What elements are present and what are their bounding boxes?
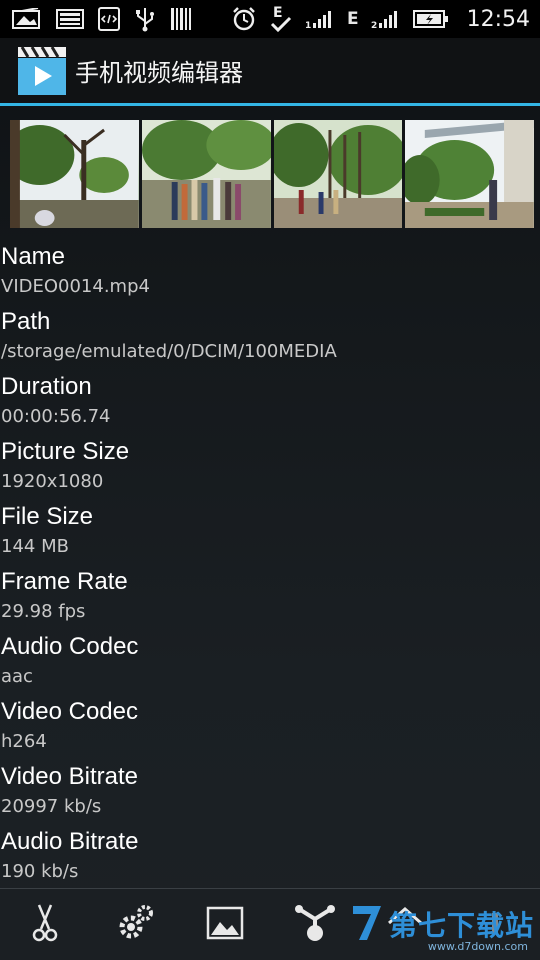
info-label: Name	[1, 243, 66, 270]
info-label: Picture Size	[1, 438, 130, 465]
screen: E 1 E 2 12:54 手机视频编辑器 Name VIDEO0014.mp4…	[0, 0, 540, 960]
info-label: Duration	[1, 373, 92, 400]
status-bar: E 1 E 2 12:54	[0, 0, 540, 38]
data-check-icon: E	[269, 4, 293, 34]
status-left	[0, 6, 192, 32]
info-item-frame-rate: Frame Rate 29.98 fps	[1, 565, 531, 630]
signal-2-icon: 2	[371, 9, 401, 29]
info-value: 29.98 fps	[1, 601, 86, 622]
usb-icon	[134, 6, 156, 32]
info-value: 00:00:56.74	[1, 406, 111, 427]
settings-icon	[115, 903, 155, 947]
video-frame-3[interactable]	[273, 120, 403, 228]
gallery-icon	[56, 8, 84, 30]
svg-text:1: 1	[305, 21, 311, 29]
video-thumbnail-strip	[10, 120, 534, 228]
info-item-file-size: File Size 144 MB	[1, 500, 531, 565]
video-frame-2[interactable]	[141, 120, 271, 228]
video-frame-4[interactable]	[405, 120, 534, 228]
clock: 12:54	[466, 6, 530, 32]
info-label: Path	[1, 308, 51, 335]
info-value: 144 MB	[1, 536, 69, 557]
info-label: Audio Bitrate	[1, 828, 139, 855]
info-value: /storage/emulated/0/DCIM/100MEDIA	[1, 341, 337, 362]
scissors-icon	[31, 903, 59, 947]
trim-button[interactable]	[0, 889, 90, 960]
info-item-name: Name VIDEO0014.mp4	[1, 240, 531, 305]
info-item-picture-size: Picture Size 1920x1080	[1, 435, 531, 500]
share-button[interactable]	[270, 889, 360, 960]
video-frame-1[interactable]	[10, 120, 139, 228]
info-value: aac	[1, 666, 33, 687]
info-label: Video Codec	[1, 698, 138, 725]
battery-charging-icon	[412, 9, 449, 29]
info-value: 190 kb/s	[1, 861, 79, 882]
watermark-url: www.d7down.com	[427, 940, 528, 953]
app-title: 手机视频编辑器	[75, 59, 243, 87]
status-right: E 1 E 2 12:54	[231, 4, 540, 34]
watermark-logo-icon	[351, 902, 385, 946]
app-logo-icon[interactable]	[17, 45, 67, 96]
barcode-icon	[170, 7, 192, 31]
image-icon	[12, 8, 42, 30]
info-label: Frame Rate	[1, 568, 128, 595]
image-button[interactable]	[180, 889, 270, 960]
info-value: 1920x1080	[1, 471, 104, 492]
share-icon	[295, 903, 335, 947]
info-label: File Size	[1, 503, 94, 530]
signal-1-icon: 1	[305, 9, 335, 29]
info-item-video-codec: Video Codec h264	[1, 695, 531, 760]
action-bar: 手机视频编辑器	[0, 38, 540, 106]
network-type-1: E	[346, 9, 359, 29]
info-item-path: Path /storage/emulated/0/DCIM/100MEDIA	[1, 305, 531, 370]
svg-text:E: E	[273, 5, 283, 21]
info-label: Audio Codec	[1, 633, 139, 660]
info-item-duration: Duration 00:00:56.74	[1, 370, 531, 435]
code-icon	[98, 7, 120, 31]
alarm-icon	[231, 6, 257, 32]
info-value: h264	[1, 731, 47, 752]
info-item-audio-codec: Audio Codec aac	[1, 630, 531, 695]
settings-button[interactable]	[90, 889, 180, 960]
svg-text:2: 2	[371, 21, 377, 29]
video-info-list: Name VIDEO0014.mp4 Path /storage/emulate…	[1, 240, 531, 890]
watermark-text: 第七下载站	[388, 909, 534, 942]
image-icon	[206, 906, 244, 944]
info-item-audio-bitrate: Audio Bitrate 190 kb/s	[1, 825, 531, 890]
info-value: VIDEO0014.mp4	[1, 276, 150, 297]
info-item-video-bitrate: Video Bitrate 20997 kb/s	[1, 760, 531, 825]
info-label: Video Bitrate	[1, 763, 138, 790]
info-value: 20997 kb/s	[1, 796, 102, 817]
